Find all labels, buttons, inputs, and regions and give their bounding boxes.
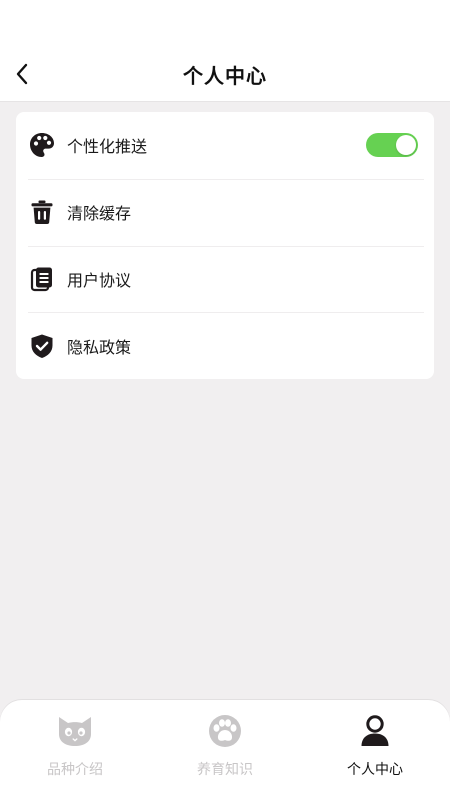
tab-personal-center[interactable]: 个人中心 [300,700,450,800]
tab-care-knowledge[interactable]: 养育知识 [150,700,300,800]
palette-icon [28,131,56,159]
document-icon [28,265,56,293]
settings-item-label: 清除缓存 [67,204,132,224]
settings-item-clear-cache[interactable]: 清除缓存 [28,178,424,246]
trash-icon [28,198,56,226]
settings-card: 个性化推送 清除缓存 用户协议 隐私政策 [16,112,434,379]
tab-label: 养育知识 [197,762,253,778]
tab-label: 品种介绍 [47,762,103,778]
paw-icon [205,712,245,750]
cat-icon [55,712,95,750]
settings-item-label: 个性化推送 [67,137,148,157]
tab-breed-intro[interactable]: 品种介绍 [0,700,150,800]
chevron-left-icon [15,63,29,89]
settings-item-user-agreement[interactable]: 用户协议 [28,245,424,313]
toggle-knob [396,135,416,156]
bottom-tab-bar: 品种介绍 养育知识 个人中心 [0,700,450,800]
settings-item-label: 隐私政策 [67,337,132,357]
back-button[interactable] [6,59,38,93]
settings-item-privacy-policy[interactable]: 隐私政策 [28,312,424,379]
tab-label: 个人中心 [347,762,403,778]
settings-item-label: 用户协议 [67,270,132,290]
user-icon [355,712,395,750]
settings-item-personalized-push[interactable]: 个性化推送 [28,112,424,179]
nav-bar: 个人中心 [0,50,450,102]
personalized-push-toggle[interactable] [366,133,418,158]
page-title: 个人中心 [183,64,267,88]
shield-check-icon [28,332,56,360]
status-bar [0,0,450,50]
